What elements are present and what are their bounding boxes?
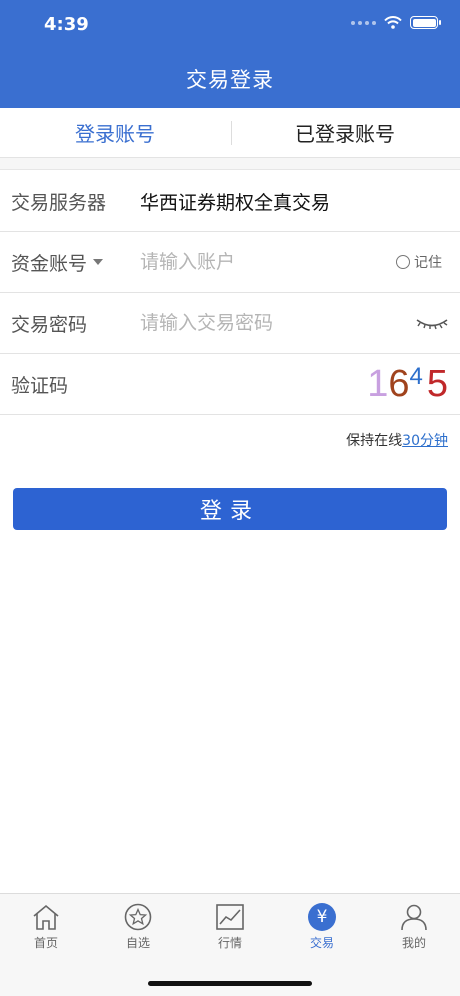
status-time: 4:39 [44, 14, 89, 35]
user-icon [401, 904, 427, 931]
page-title: 交易登录 [186, 68, 274, 92]
caret-down-icon [93, 259, 104, 265]
server-value[interactable]: 华西证券期权全真交易 [140, 188, 330, 215]
nav-trade-label: 交易 [309, 936, 334, 950]
password-row: 交易密码 [0, 293, 460, 354]
nav-home-label: 首页 [33, 936, 58, 950]
nav-mine[interactable]: 我的 [368, 894, 460, 996]
tab-logged-in-accounts[interactable]: 已登录账号 [230, 108, 460, 157]
account-row: 资金账号 记住 [0, 232, 460, 293]
keep-online-label: 保持在线 [346, 433, 403, 449]
star-icon [124, 903, 152, 931]
account-input[interactable] [140, 251, 380, 273]
captcha-label: 验证码 [11, 374, 69, 397]
login-button[interactable]: 登录 [13, 488, 447, 530]
battery-icon [410, 16, 441, 29]
section-gap [0, 158, 460, 170]
status-icons [351, 16, 441, 29]
wifi-icon [384, 16, 402, 29]
keep-online-setting: 保持在线30分钟 [346, 430, 448, 450]
account-type-selector[interactable]: 资金账号 [11, 249, 104, 276]
captcha-digit: 1 [367, 363, 389, 405]
server-label: 交易服务器 [11, 191, 107, 214]
home-indicator [148, 981, 312, 986]
captcha-digit: 4 [409, 363, 423, 390]
login-tabs: 登录账号 已登录账号 [0, 108, 460, 158]
tab-divider [231, 121, 232, 145]
captcha-row: 验证码 1 6 4 5 [0, 354, 460, 415]
nav-market-label: 行情 [217, 936, 242, 950]
keep-online-duration-link[interactable]: 30分钟 [402, 433, 448, 449]
password-label: 交易密码 [11, 313, 88, 336]
nav-watchlist-label: 自选 [125, 936, 150, 950]
nav-mine-label: 我的 [401, 936, 426, 950]
server-row[interactable]: 交易服务器 华西证券期权全真交易 [0, 171, 460, 232]
signal-icon [351, 20, 376, 25]
app-header: 4:39 交易登录 [0, 0, 460, 108]
nav-home[interactable]: 首页 [0, 894, 92, 996]
radio-circle-icon [396, 255, 410, 269]
captcha-digit: 5 [426, 363, 448, 405]
remember-label: 记住 [414, 255, 442, 271]
home-icon [33, 904, 59, 930]
eye-closed-icon[interactable] [414, 311, 450, 333]
password-input[interactable] [140, 312, 380, 334]
captcha-image[interactable]: 1 6 4 5 [367, 363, 448, 405]
yen-icon: ¥ [308, 903, 336, 931]
captcha-digit: 6 [388, 363, 410, 405]
tab-login-account[interactable]: 登录账号 [0, 108, 230, 157]
chart-icon [216, 904, 244, 930]
remember-toggle[interactable]: 记住 [396, 252, 442, 272]
account-label: 资金账号 [11, 252, 88, 275]
